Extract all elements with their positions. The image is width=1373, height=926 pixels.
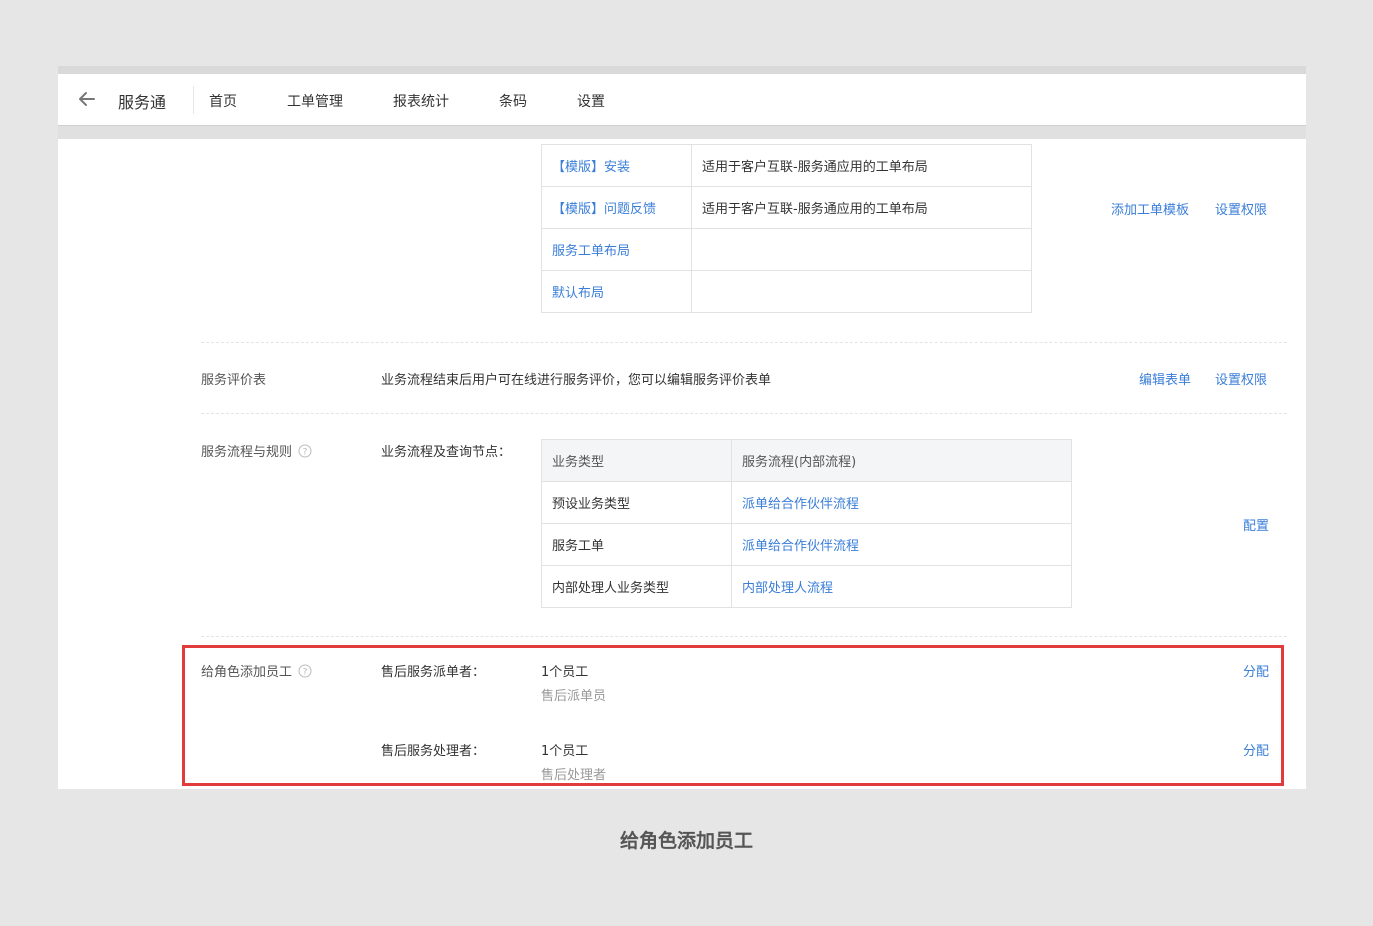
- evaluation-desc: 业务流程结束后用户可在线进行服务评价，您可以编辑服务评价表单: [381, 373, 772, 388]
- section-divider: [201, 413, 1287, 414]
- evaluation-label: 服务评价表: [201, 373, 267, 388]
- layout-name-link[interactable]: 默认布局: [552, 286, 604, 301]
- evaluation-set-permission-link[interactable]: 设置权限: [1215, 369, 1267, 388]
- tab-reports[interactable]: 报表统计: [393, 91, 449, 111]
- table-row: 服务工单 派单给合作伙伴流程: [541, 523, 1072, 566]
- flow-cell[interactable]: 派单给合作伙伴流程: [731, 523, 1072, 566]
- app-title: 服务通: [118, 93, 167, 112]
- layout-desc-cell: 适用于客户互联-服务通应用的工单布局: [691, 186, 1032, 229]
- edit-form-link[interactable]: 编辑表单: [1139, 369, 1191, 388]
- process-sub-label: 业务流程及查询节点：: [381, 445, 512, 460]
- tab-home[interactable]: 首页: [209, 91, 237, 111]
- flow-link[interactable]: 派单给合作伙伴流程: [742, 539, 859, 554]
- table-row: 内部处理人业务类型 内部处理人流程: [541, 565, 1072, 608]
- flow-link[interactable]: 派单给合作伙伴流程: [742, 497, 859, 512]
- header-service-flow: 服务流程(内部流程): [731, 439, 1072, 482]
- layout-name-cell[interactable]: 服务工单布局: [541, 228, 692, 271]
- layout-desc-cell: 适用于客户互联-服务通应用的工单布局: [691, 144, 1032, 187]
- table-header-row: 业务类型 服务流程(内部流程): [541, 439, 1072, 482]
- table-row: 预设业务类型 派单给合作伙伴流程: [541, 481, 1072, 524]
- layout-name-cell[interactable]: 【模版】问题反馈: [541, 186, 692, 229]
- layout-name-cell[interactable]: 默认布局: [541, 270, 692, 313]
- figure-caption: 给角色添加员工: [619, 830, 753, 852]
- section-divider: [201, 636, 1287, 637]
- flow-cell[interactable]: 内部处理人流程: [731, 565, 1072, 608]
- layout-name-cell[interactable]: 【模版】安装: [541, 144, 692, 187]
- process-label-text: 服务流程与规则: [201, 445, 293, 460]
- table-row: 【模版】问题反馈 适用于客户互联-服务通应用的工单布局: [541, 186, 1032, 229]
- window-top-strip: [58, 66, 1306, 74]
- flow-link[interactable]: 内部处理人流程: [742, 581, 833, 596]
- back-arrow-icon[interactable]: [76, 88, 98, 110]
- nav-divider: [193, 86, 194, 114]
- header-business-type: 业务类型: [541, 439, 732, 482]
- process-label: 服务流程与规则?: [201, 441, 312, 460]
- section-divider: [201, 342, 1287, 343]
- top-nav: 服务通 首页 工单管理 报表统计 条码 设置: [58, 74, 1306, 130]
- business-type-cell: 预设业务类型: [541, 481, 732, 524]
- configure-link[interactable]: 配置: [1243, 515, 1269, 534]
- business-type-cell: 内部处理人业务类型: [541, 565, 732, 608]
- nav-shadow-band: [58, 126, 1306, 139]
- layout-table: 【模版】安装 适用于客户互联-服务通应用的工单布局 【模版】问题反馈 适用于客户…: [541, 144, 1032, 313]
- add-ticket-template-link[interactable]: 添加工单模板: [1111, 199, 1189, 218]
- layout-name-link[interactable]: 【模版】问题反馈: [552, 202, 656, 217]
- table-row: 【模版】安装 适用于客户互联-服务通应用的工单布局: [541, 144, 1032, 187]
- table-row: 默认布局: [541, 270, 1032, 313]
- flow-cell[interactable]: 派单给合作伙伴流程: [731, 481, 1072, 524]
- svg-text:?: ?: [303, 448, 308, 458]
- layout-name-link[interactable]: 【模版】安装: [552, 160, 630, 175]
- business-type-cell: 服务工单: [541, 523, 732, 566]
- process-table: 业务类型 服务流程(内部流程) 预设业务类型 派单给合作伙伴流程 服务工单 派单…: [541, 439, 1072, 608]
- tab-settings[interactable]: 设置: [562, 91, 620, 130]
- layout-desc-cell: [691, 270, 1032, 313]
- layout-set-permission-link[interactable]: 设置权限: [1215, 199, 1267, 218]
- layout-desc-cell: [691, 228, 1032, 271]
- tab-barcode[interactable]: 条码: [499, 91, 527, 111]
- tab-ticket-management[interactable]: 工单管理: [287, 91, 343, 111]
- help-icon[interactable]: ?: [298, 444, 312, 458]
- table-row: 服务工单布局: [541, 228, 1032, 271]
- layout-name-link[interactable]: 服务工单布局: [552, 244, 630, 259]
- highlight-box: [182, 645, 1284, 786]
